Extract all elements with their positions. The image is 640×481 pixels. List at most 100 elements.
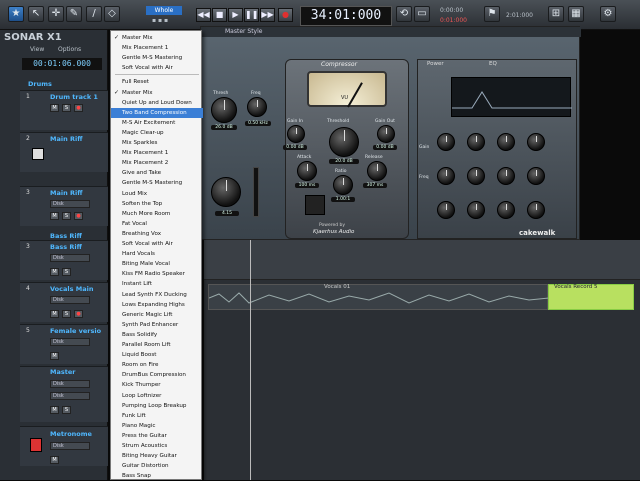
mute-button[interactable]: M bbox=[50, 406, 59, 414]
release-knob[interactable] bbox=[367, 161, 387, 181]
eq-knob-5[interactable] bbox=[437, 167, 455, 185]
settings-icon[interactable]: ⚙ bbox=[600, 6, 616, 22]
eraser-icon[interactable]: ◇ bbox=[104, 6, 120, 22]
track-name-0[interactable]: Drums bbox=[28, 80, 52, 88]
eq-knob-9[interactable] bbox=[437, 201, 455, 219]
solo-button[interactable]: S bbox=[62, 268, 71, 276]
track-name-2[interactable]: Main Riff bbox=[50, 135, 82, 143]
menu-item[interactable]: Mix Placement 1 bbox=[111, 148, 203, 158]
menu-item[interactable]: Generic Magic Lift bbox=[111, 310, 203, 320]
play-button[interactable]: ▶ bbox=[228, 8, 243, 22]
menu-item[interactable]: Instant Lift bbox=[111, 279, 203, 289]
menu-item[interactable]: Gentle M-S Mastering bbox=[111, 178, 203, 188]
menu-item[interactable]: Mix Sparkles bbox=[111, 138, 203, 148]
menu-item[interactable]: Pumping Loop Breakup bbox=[111, 401, 203, 411]
mute-button[interactable]: M bbox=[50, 310, 59, 318]
output-field[interactable]: Disk bbox=[50, 442, 90, 450]
menu-item[interactable]: Synth Pad Enhancer bbox=[111, 320, 203, 330]
mute-button[interactable]: M bbox=[50, 212, 59, 220]
eq-knob-8[interactable] bbox=[527, 167, 545, 185]
track-name-8[interactable]: Master bbox=[50, 368, 75, 376]
menu-item[interactable]: Fat Vocal bbox=[111, 219, 203, 229]
track-name-3[interactable]: Main Riff bbox=[50, 189, 82, 197]
menu-item[interactable]: Soften the Top bbox=[111, 199, 203, 209]
menu-item[interactable]: Quiet Up and Loud Down bbox=[111, 98, 203, 108]
eq-knob-12[interactable] bbox=[527, 201, 545, 219]
marker-icon[interactable]: ⚑ bbox=[484, 6, 500, 22]
edit-tool-icon[interactable]: ✎ bbox=[66, 6, 82, 22]
menu-item[interactable]: Give and Take bbox=[111, 168, 203, 178]
menu-item[interactable]: Lead Synth FX Ducking bbox=[111, 290, 203, 300]
record-button[interactable]: ● bbox=[278, 8, 293, 22]
output-field[interactable]: Disk bbox=[50, 392, 90, 400]
plugin-window[interactable]: Master Style Compressor VU Thresh 26.0 d… bbox=[200, 26, 581, 240]
output-field[interactable]: Disk bbox=[50, 380, 90, 388]
input-field[interactable]: Disk bbox=[50, 254, 90, 262]
menu-item[interactable]: Room on Fire bbox=[111, 360, 203, 370]
menu-item[interactable]: Piano Magic bbox=[111, 421, 203, 431]
gain-in-knob[interactable] bbox=[287, 125, 305, 143]
module-select[interactable]: Whole bbox=[146, 6, 182, 15]
grid-icon[interactable]: ▦ bbox=[568, 6, 584, 22]
track-name-1[interactable]: Drum track 1 bbox=[50, 93, 98, 101]
solo-button[interactable]: S bbox=[62, 104, 71, 112]
mute-button[interactable]: M bbox=[50, 456, 59, 464]
track-name-4[interactable]: Bass Riff bbox=[50, 232, 82, 240]
menu-item[interactable]: Kiss FM Radio Speaker bbox=[111, 269, 203, 279]
gain-slider[interactable] bbox=[253, 167, 259, 217]
menu-item[interactable]: Hard Vocals bbox=[111, 249, 203, 259]
eq-knob-1[interactable] bbox=[437, 133, 455, 151]
solo-button[interactable]: S bbox=[62, 212, 71, 220]
menu-item[interactable]: Liquid Boost bbox=[111, 350, 203, 360]
mode-switch[interactable] bbox=[305, 195, 325, 215]
field-a[interactable]: 0:00:00 bbox=[440, 7, 463, 14]
eq-knob-10[interactable] bbox=[467, 201, 485, 219]
eq-knob-3[interactable] bbox=[497, 133, 515, 151]
tab-view[interactable]: View bbox=[30, 46, 44, 53]
menu-item[interactable]: DrumBus Compression bbox=[111, 370, 203, 380]
record-arm-button[interactable]: ● bbox=[74, 310, 83, 318]
menu-item[interactable]: Magic Clear-up bbox=[111, 128, 203, 138]
freq-knob[interactable] bbox=[247, 97, 267, 117]
loop-icon[interactable]: ⟲ bbox=[396, 6, 412, 22]
track-name-9[interactable]: Metronome bbox=[50, 430, 92, 438]
menu-item[interactable]: Gentle M-S Mastering bbox=[111, 53, 203, 63]
eq-graph[interactable] bbox=[451, 77, 572, 117]
forward-button[interactable]: ▶▶ bbox=[260, 8, 275, 22]
screen-icon[interactable]: ▭ bbox=[414, 6, 430, 22]
menu-item[interactable]: Much More Room bbox=[111, 209, 203, 219]
eq-knob-6[interactable] bbox=[467, 167, 485, 185]
menu-item[interactable]: Parallel Room Lift bbox=[111, 340, 203, 350]
large-knob[interactable] bbox=[211, 177, 241, 207]
track-name-7[interactable]: Female versio bbox=[50, 327, 101, 335]
menu-item[interactable]: Press the Guitar bbox=[111, 431, 203, 441]
eq-knob-2[interactable] bbox=[467, 133, 485, 151]
record-arm-button[interactable]: ● bbox=[74, 104, 83, 112]
menu-item[interactable]: Soft Vocal with Air bbox=[111, 239, 203, 249]
attack-knob[interactable] bbox=[297, 161, 317, 181]
audio-clip-1[interactable] bbox=[208, 284, 550, 310]
menu-item[interactable]: Biting Male Vocal bbox=[111, 259, 203, 269]
star-icon[interactable]: ★ bbox=[8, 6, 24, 22]
menu-item[interactable]: Mix Placement 2 bbox=[111, 158, 203, 168]
menu-item[interactable]: ✓ Master Mix bbox=[111, 33, 203, 43]
eq-knob-4[interactable] bbox=[527, 133, 545, 151]
playhead[interactable] bbox=[250, 240, 251, 480]
position-display[interactable]: 00:01:06.000 bbox=[22, 58, 102, 70]
track-name-6[interactable]: Vocals Main bbox=[50, 285, 93, 293]
input-field[interactable]: Disk bbox=[50, 200, 90, 208]
solo-button[interactable]: S bbox=[62, 310, 71, 318]
field-b[interactable]: 0:01:000 bbox=[440, 17, 467, 24]
pause-button[interactable]: ❚❚ bbox=[244, 8, 259, 22]
pencil-icon[interactable]: / bbox=[86, 6, 102, 22]
eq-knob-11[interactable] bbox=[497, 201, 515, 219]
eq-knob-7[interactable] bbox=[497, 167, 515, 185]
menu-item[interactable]: Loud Mix bbox=[111, 189, 203, 199]
menu-item[interactable]: Funk Lift bbox=[111, 411, 203, 421]
menu-item[interactable]: Bass Solidify bbox=[111, 330, 203, 340]
move-tool-icon[interactable]: ✛ bbox=[48, 6, 64, 22]
menu-item[interactable]: M-S Air Excitement bbox=[111, 118, 203, 128]
arrow-tool-icon[interactable]: ↖ bbox=[28, 6, 44, 22]
preset-menu[interactable]: ✓ Master Mix Mix Placement 1 Gentle M-S Mas… bbox=[110, 30, 203, 480]
track-name-5[interactable]: Bass Riff bbox=[50, 243, 82, 251]
